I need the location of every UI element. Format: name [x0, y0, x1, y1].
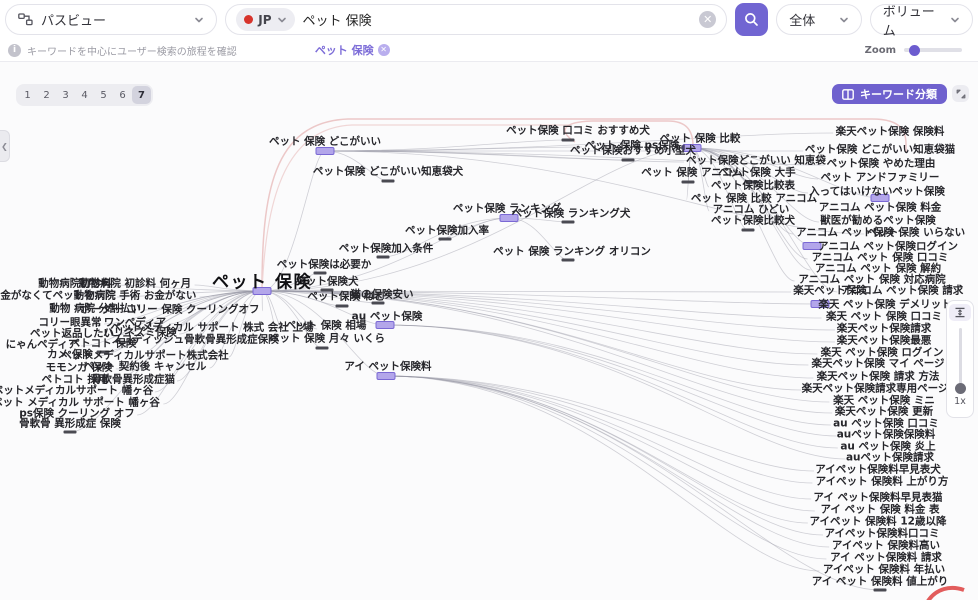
- sort-label: ボリューム: [883, 1, 942, 39]
- zoom-label: Zoom: [865, 45, 896, 56]
- keyword-node-label[interactable]: ペット保険加入率: [405, 223, 489, 238]
- zoom-slider[interactable]: [904, 48, 962, 52]
- keyword-node-label[interactable]: アイペット 保険料 上がり方: [816, 474, 949, 489]
- graph-edge: [386, 376, 826, 559]
- graph-zoom-thumb[interactable]: [955, 383, 966, 394]
- view-mode-label: パスビュー: [41, 10, 106, 29]
- keyword-node-label[interactable]: ペット保険は必要か: [277, 257, 372, 272]
- keyword-node-label[interactable]: ペット保険 どこがいい知恵袋犬: [313, 164, 463, 179]
- path-view-icon: [18, 13, 33, 26]
- keyword-node-label[interactable]: 猫の保険安い: [351, 287, 414, 302]
- page-5[interactable]: 5: [94, 86, 113, 104]
- info-icon: i: [8, 44, 21, 57]
- page-6[interactable]: 6: [113, 86, 132, 104]
- search-button[interactable]: [735, 3, 768, 36]
- scope-dropdown[interactable]: 全体: [776, 4, 861, 35]
- columns-icon: [842, 89, 854, 100]
- keyword-node-marker[interactable]: [64, 431, 77, 434]
- country-code: JP: [258, 13, 271, 27]
- search-input[interactable]: [303, 12, 692, 27]
- keyword-node-label[interactable]: ペット 保険 比較: [660, 131, 741, 146]
- graph-edge: [386, 376, 812, 483]
- country-selector[interactable]: JP: [236, 8, 294, 31]
- keyword-node-marker[interactable]: [377, 256, 390, 259]
- fit-to-view-button[interactable]: [949, 304, 971, 321]
- hint-text: キーワードを中心にユーザー検索の旅程を確認: [27, 43, 237, 58]
- scope-label: 全体: [789, 10, 815, 29]
- page-7-active[interactable]: 7: [132, 86, 151, 104]
- graph-edge: [386, 376, 811, 499]
- keyword-node-label[interactable]: ペット保険 どこがいい知恵袋猫: [805, 142, 955, 157]
- chevron-down-icon: [839, 15, 849, 25]
- graph-zoom-widget: 1x: [946, 300, 974, 418]
- keyword-node-marker[interactable]: [439, 238, 452, 241]
- sort-dropdown[interactable]: ボリューム: [870, 4, 973, 35]
- collapse-panel-handle[interactable]: ❮: [0, 130, 10, 162]
- chevron-down-icon: [194, 15, 204, 25]
- keyword-node-marker[interactable]: [316, 347, 329, 350]
- fullscreen-toggle-button[interactable]: [952, 85, 969, 102]
- keyword-node-marker[interactable]: [562, 259, 575, 262]
- search-icon: [744, 12, 759, 27]
- keyword-node-marker[interactable]: [336, 305, 349, 308]
- keyword-node-label[interactable]: 楽天ペット保険 保険料: [836, 124, 945, 139]
- keyword-node-label[interactable]: ペット アンドファミリー: [821, 170, 940, 185]
- keyword-node-label[interactable]: アイ ペット 保険料 値上がり: [812, 574, 948, 589]
- page-3[interactable]: 3: [56, 86, 75, 104]
- keyword-node-label[interactable]: ペット保険 ランキング犬: [512, 206, 631, 221]
- keyword-classify-button[interactable]: キーワード分類: [832, 84, 947, 104]
- keyword-node-marker[interactable]: [742, 229, 755, 232]
- keyword-node-label[interactable]: ペット保険比較犬: [711, 213, 795, 228]
- zoom-slider-thumb[interactable]: [909, 45, 920, 56]
- graph-edge: [386, 376, 815, 511]
- keyword-node-label[interactable]: ペット保険 いらない: [867, 225, 965, 240]
- sub-toolbar: i キーワードを中心にユーザー検索の旅程を確認 ペット 保険 ✕ Zoom: [0, 39, 978, 62]
- clear-search-icon[interactable]: ✕: [699, 11, 716, 28]
- graph-edge: [385, 325, 831, 425]
- search-box[interactable]: JP ✕: [225, 4, 727, 35]
- highlighted-path: [928, 588, 964, 600]
- keyword-node-label[interactable]: 入ってはいけないペット保険: [809, 184, 945, 199]
- keyword-node-label[interactable]: ペット保険 口コミ おすすめ犬: [506, 123, 650, 138]
- graph-zoom-level: 1x: [954, 396, 966, 407]
- page-2[interactable]: 2: [37, 86, 56, 104]
- keyword-node-label[interactable]: ペット保険犬: [296, 274, 359, 289]
- keyword-node-label[interactable]: ペット 保険 ランキング オリコン: [493, 244, 651, 259]
- chevron-down-icon: [950, 15, 960, 25]
- graph-edge: [385, 325, 838, 448]
- depth-pagination: 1 2 3 4 5 6 7: [16, 84, 153, 106]
- fit-center-icon: [954, 307, 966, 318]
- keyword-node-marker[interactable]: [874, 589, 887, 592]
- japan-flag-icon: [244, 15, 253, 24]
- page-4[interactable]: 4: [75, 86, 94, 104]
- keyword-node-marker[interactable]: [622, 159, 635, 162]
- keyword-node-label[interactable]: アニコム ペット保険 請求: [841, 283, 964, 298]
- remove-tag-icon[interactable]: ✕: [378, 44, 390, 56]
- keyword-node-marker[interactable]: [562, 139, 575, 142]
- keyword-node-marker[interactable]: [682, 181, 695, 184]
- keyword-node-label[interactable]: ペット 保険 どこがいい: [269, 134, 381, 149]
- graph-edge: [386, 376, 829, 547]
- keyword-node-label[interactable]: ペット保険加入条件: [339, 241, 434, 256]
- view-mode-dropdown[interactable]: パスビュー: [5, 4, 217, 35]
- keyword-tag[interactable]: ペット 保険 ✕: [315, 42, 390, 58]
- graph-zoom-slider[interactable]: [959, 328, 962, 390]
- keyword-node-marker[interactable]: [562, 221, 575, 224]
- chevron-down-icon: [277, 15, 287, 25]
- graph-edge: [386, 376, 819, 571]
- keyword-node-marker[interactable]: [382, 180, 395, 183]
- page-1[interactable]: 1: [18, 86, 37, 104]
- keyword-tag-label: ペット 保険: [315, 42, 374, 58]
- keyword-node-label[interactable]: アイ ペット保険料: [344, 359, 431, 374]
- top-toolbar: パスビュー JP ✕ 全体 ボリューム: [0, 0, 978, 39]
- expand-arrows-icon: [956, 89, 966, 99]
- keyword-classify-label: キーワード分類: [860, 86, 937, 102]
- keyword-node-label[interactable]: ペット保険 やめた理由: [827, 156, 936, 171]
- keyword-node-label[interactable]: 骨軟骨 異形成症 保険: [19, 416, 121, 431]
